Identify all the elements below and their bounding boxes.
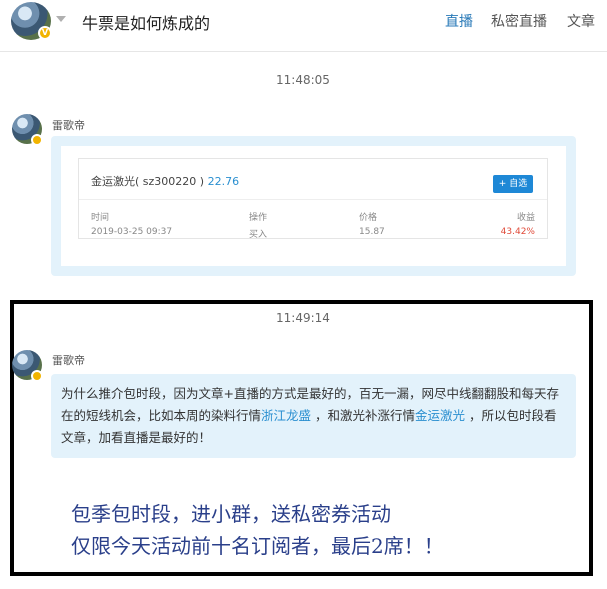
author-name: 雷歌帝 xyxy=(52,354,85,367)
page-title: 牛票是如何炼成的 xyxy=(82,14,211,33)
stock-trade-box: 金运激光( sz300220 ) 22.76 + 自选 时间 操作 价格 收益 … xyxy=(78,158,548,240)
column-header-profit: 收益 xyxy=(516,213,535,223)
message-timestamp: 11:48:05 xyxy=(276,73,330,87)
trade-price: 15.87 xyxy=(359,227,385,237)
stock-title[interactable]: 金运激光( sz300220 ) 22.76 xyxy=(91,173,239,189)
trade-action: 买入 xyxy=(249,230,268,240)
stock-price: 22.76 xyxy=(207,175,240,188)
verified-badge-icon: V xyxy=(38,26,52,40)
stock-link[interactable]: 浙江龙盛 xyxy=(261,408,311,423)
message-timestamp: 11:49:14 xyxy=(276,311,330,325)
promo-line: 仅限今天活动前十名订阅者，最后2席！！ xyxy=(71,534,444,558)
column-header-price: 价格 xyxy=(359,213,378,223)
top-bar: V 牛票是如何炼成的 直播 私密直播 文章 xyxy=(0,0,607,52)
message-bubble: 为什么推介包时段，因为文章+直播的方式是最好的，百无一漏，网尽中线翻翻股和每天存… xyxy=(51,374,576,458)
message-bubble: 金运激光( sz300220 ) 22.76 + 自选 时间 操作 价格 收益 … xyxy=(51,136,576,276)
column-header-time: 时间 xyxy=(91,213,110,223)
trade-time: 2019-03-25 09:37 xyxy=(91,227,173,237)
promo-line: 包季包时段，进小群，送私密券活动 xyxy=(71,502,391,526)
stock-link[interactable]: 金运激光 xyxy=(415,408,465,423)
add-watchlist-button[interactable]: + 自选 xyxy=(493,175,533,193)
verified-badge-icon xyxy=(31,134,43,146)
trade-profit: 43.42% xyxy=(500,227,535,237)
message-text: ，和激光补涨行情 xyxy=(311,408,416,423)
stock-name: 金运激光( sz300220 ) xyxy=(91,175,205,188)
column-header-action: 操作 xyxy=(249,213,268,223)
tab-private-live[interactable]: 私密直播 xyxy=(491,11,547,31)
chevron-down-icon[interactable] xyxy=(56,16,66,22)
verified-badge-icon xyxy=(31,370,43,382)
tab-articles[interactable]: 文章 xyxy=(567,11,595,31)
author-name: 雷歌帝 xyxy=(52,119,85,132)
tab-live[interactable]: 直播 xyxy=(445,11,473,31)
divider xyxy=(79,199,547,200)
stock-card: 金运激光( sz300220 ) 22.76 + 自选 时间 操作 价格 收益 … xyxy=(61,146,566,266)
